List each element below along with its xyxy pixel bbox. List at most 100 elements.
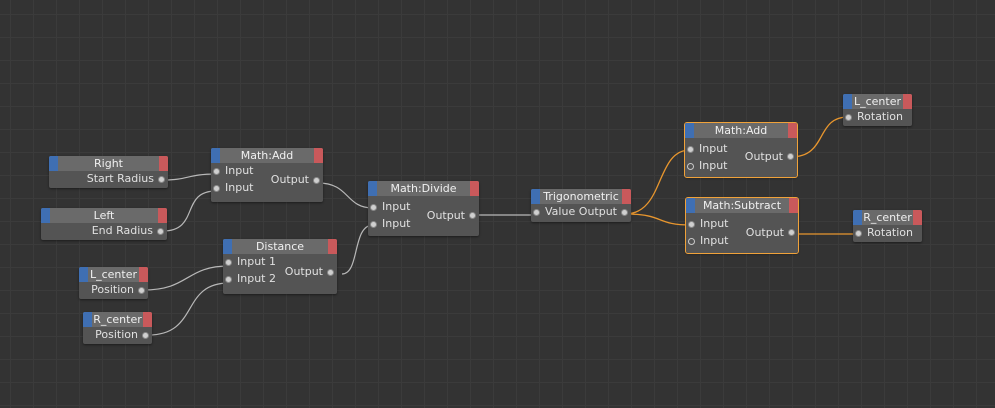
input-port[interactable]	[533, 209, 540, 216]
input-tab[interactable]	[843, 94, 852, 109]
node-distance[interactable]: Distance Input 1 Input 2 Output	[223, 239, 337, 294]
port-label: Output	[284, 265, 323, 278]
input-port[interactable]	[225, 276, 232, 283]
input-tab[interactable]	[853, 210, 862, 225]
output-port[interactable]	[787, 153, 794, 160]
node-title: Trigonometric	[543, 190, 619, 203]
port-label: Rotation	[867, 226, 914, 239]
node-trigonometric[interactable]: Trigonometric Value Output	[531, 189, 631, 222]
output-tab[interactable]	[328, 239, 337, 254]
wire-trig-to-subtract[interactable]	[624, 213, 692, 226]
node-rcenter-position[interactable]: R_center Position	[83, 312, 152, 344]
node-header[interactable]: Math:Subtract	[686, 198, 798, 213]
wire-rcenter-to-distance[interactable]	[147, 282, 230, 336]
input-port[interactable]	[213, 185, 220, 192]
node-lcenter-rotation[interactable]: L_center Rotation	[843, 94, 912, 126]
node-math-subtract[interactable]: Math:Subtract Input Input Output	[685, 197, 799, 254]
wire-right-to-add1[interactable]	[163, 173, 217, 181]
output-port[interactable]	[158, 176, 165, 183]
node-header[interactable]: Trigonometric	[531, 189, 631, 204]
output-tab[interactable]	[314, 148, 323, 163]
node-header[interactable]: Left	[41, 208, 167, 223]
input-tab[interactable]	[368, 181, 377, 196]
port-label: Input	[699, 142, 728, 155]
output-tab[interactable]	[789, 198, 798, 213]
node-title: L_center	[853, 95, 902, 108]
node-header[interactable]: Distance	[223, 239, 337, 254]
node-left[interactable]: Left End Radius	[41, 208, 167, 240]
input-tab[interactable]	[79, 267, 88, 282]
output-tab[interactable]	[788, 123, 797, 138]
output-port[interactable]	[327, 269, 334, 276]
output-port[interactable]	[621, 209, 628, 216]
wire-lcenter-to-distance[interactable]	[142, 265, 230, 291]
input-port-empty[interactable]	[687, 163, 694, 170]
input-tab[interactable]	[685, 123, 694, 138]
node-header[interactable]: L_center	[843, 94, 912, 109]
node-rcenter-rotation[interactable]: R_center Rotation	[853, 210, 922, 242]
node-header[interactable]: R_center	[83, 312, 152, 327]
wire-add1-to-divide[interactable]	[317, 182, 374, 209]
output-port[interactable]	[313, 177, 320, 184]
output-tab[interactable]	[913, 210, 922, 225]
node-header[interactable]: L_center	[79, 267, 148, 282]
port-label: Start Radius	[86, 172, 154, 185]
port-label: Input	[700, 217, 729, 230]
port-label: Rotation	[857, 110, 904, 123]
input-tab[interactable]	[49, 156, 58, 171]
node-math-add[interactable]: Math:Add Input Input Output	[211, 148, 323, 202]
port-label: Input	[225, 164, 254, 177]
output-port[interactable]	[142, 332, 149, 339]
node-editor-canvas[interactable]: Right Start Radius Left End Radius L_cen…	[0, 0, 995, 408]
input-port[interactable]	[855, 230, 862, 237]
input-port[interactable]	[845, 114, 852, 121]
port-label: Output	[426, 209, 465, 222]
wire-left-to-add1[interactable]	[162, 190, 217, 232]
input-port[interactable]	[370, 204, 377, 211]
connection-wires	[142, 116, 858, 336]
input-tab[interactable]	[223, 239, 232, 254]
output-tab[interactable]	[158, 208, 167, 223]
port-label: Input	[700, 234, 729, 247]
output-port[interactable]	[138, 287, 145, 294]
output-port[interactable]	[157, 228, 164, 235]
output-tab[interactable]	[143, 312, 152, 327]
input-port[interactable]	[370, 221, 377, 228]
node-title: R_center	[93, 313, 142, 326]
port-label: Input 1	[237, 255, 276, 268]
node-right[interactable]: Right Start Radius	[49, 156, 168, 188]
port-label: Input	[699, 159, 728, 172]
output-tab[interactable]	[470, 181, 479, 196]
output-tab[interactable]	[159, 156, 168, 171]
output-tab[interactable]	[139, 267, 148, 282]
port-label: Input	[225, 181, 254, 194]
output-port[interactable]	[469, 212, 476, 219]
input-port[interactable]	[688, 221, 695, 228]
node-header[interactable]: Math:Add	[211, 148, 323, 163]
output-tab[interactable]	[622, 189, 631, 204]
input-tab[interactable]	[211, 148, 220, 163]
wire-add2-to-lcenter-rot[interactable]	[790, 116, 849, 158]
input-tab[interactable]	[41, 208, 50, 223]
input-port[interactable]	[225, 259, 232, 266]
port-label: Output	[270, 173, 309, 186]
node-header[interactable]: R_center	[853, 210, 922, 225]
wire-trig-to-add2[interactable]	[624, 149, 691, 215]
node-header[interactable]: Math:Divide	[368, 181, 479, 196]
port-label: Output	[744, 150, 783, 163]
node-header[interactable]: Right	[49, 156, 168, 171]
input-port-empty[interactable]	[688, 238, 695, 245]
input-port[interactable]	[213, 168, 220, 175]
port-label: Output	[578, 205, 617, 218]
input-tab[interactable]	[83, 312, 92, 327]
node-math-add-2[interactable]: Math:Add Input Input Output	[684, 122, 798, 178]
input-tab[interactable]	[686, 198, 695, 213]
input-port[interactable]	[687, 146, 694, 153]
node-title: Math:Add	[240, 149, 294, 162]
input-tab[interactable]	[531, 189, 540, 204]
node-math-divide[interactable]: Math:Divide Input Input Output	[368, 181, 479, 236]
node-lcenter-position[interactable]: L_center Position	[79, 267, 148, 299]
output-port[interactable]	[788, 229, 795, 236]
node-header[interactable]: Math:Add	[685, 123, 797, 138]
output-tab[interactable]	[903, 94, 912, 109]
